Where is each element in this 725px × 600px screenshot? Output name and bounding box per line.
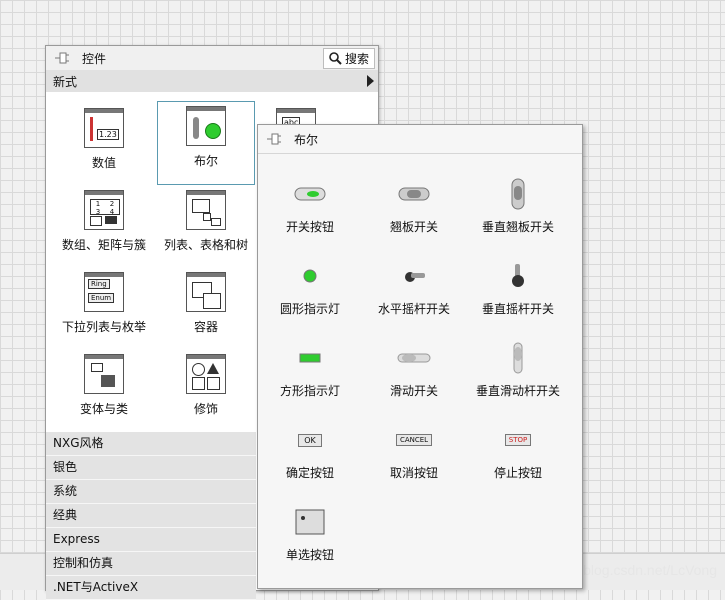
palette-item-label: 数值 — [91, 156, 116, 170]
search-button[interactable]: 搜索 — [322, 48, 375, 69]
bool-item-cancel-button[interactable]: CANCEL 取消按钮 — [362, 423, 466, 481]
palette-item-label: 布尔 — [193, 154, 218, 168]
bool-item-label: 水平摇杆开关 — [377, 302, 450, 316]
stop-button-icon: STOP — [504, 434, 532, 446]
list-table-icon — [186, 190, 226, 230]
palette-item-label: 修饰 — [193, 402, 218, 416]
pin-icon[interactable] — [266, 132, 284, 146]
horizontal-toggle-icon — [405, 272, 425, 282]
numeric-icon: 1.23 — [84, 108, 124, 148]
slide-switch-icon — [397, 353, 431, 363]
vertical-rocker-icon — [511, 178, 525, 210]
palette-item-array[interactable]: 12 34 数组、矩阵与簇 — [56, 186, 152, 268]
bool-item-square-led[interactable]: 方形指示灯 — [258, 341, 362, 399]
palette-item-decoration[interactable]: 修饰 — [158, 350, 254, 432]
category-item[interactable]: NXG风格 — [46, 432, 256, 456]
decoration-icon — [186, 354, 226, 394]
bool-item-horizontal-toggle[interactable]: 水平摇杆开关 — [362, 259, 466, 317]
bool-item-label: 垂直滑动杆开关 — [475, 384, 560, 398]
bool-item-label: 方形指示灯 — [279, 384, 340, 398]
bool-item-round-led[interactable]: 圆形指示灯 — [258, 259, 362, 317]
category-item[interactable]: 控制和仿真 — [46, 552, 256, 576]
bool-item-label: 取消按钮 — [389, 466, 438, 480]
boolean-palette-header: 布尔 — [258, 125, 582, 154]
palette-item-numeric[interactable]: 1.23 数值 — [56, 104, 152, 186]
palette-item-label: 数组、矩阵与簇 — [61, 238, 146, 252]
palette-item-boolean[interactable]: 布尔 — [157, 101, 255, 185]
radio-buttons-icon — [295, 509, 325, 535]
bool-item-rocker-switch[interactable]: 翘板开关 — [362, 177, 466, 235]
ok-button-icon: OK — [298, 433, 322, 447]
palette-title: 控件 — [82, 51, 107, 66]
category-modern-label: 新式 — [53, 74, 78, 89]
rocker-switch-icon — [398, 187, 430, 201]
palette-item-variant-class[interactable]: 变体与类 — [56, 350, 152, 432]
bool-item-push-button[interactable]: 开关按钮 — [258, 177, 362, 235]
bool-item-vertical-toggle[interactable]: 垂直摇杆开关 — [466, 259, 570, 317]
bool-item-label: 翘板开关 — [389, 220, 438, 234]
bool-item-label: 垂直摇杆开关 — [481, 302, 554, 316]
square-led-icon — [299, 353, 321, 363]
round-led-icon — [303, 269, 317, 283]
search-label: 搜索 — [344, 52, 369, 66]
vertical-slide-icon — [513, 342, 523, 374]
boolean-icon — [186, 106, 226, 146]
category-item[interactable]: 银色 — [46, 456, 256, 480]
palette-item-label: 容器 — [193, 320, 218, 334]
expand-arrow-icon[interactable] — [367, 75, 374, 87]
palette-item-list-table[interactable]: 列表、表格和树 — [158, 186, 254, 268]
category-item[interactable]: 系统 — [46, 480, 256, 504]
palette-header: 控件 搜索 — [46, 46, 378, 70]
category-modern[interactable]: 新式 — [46, 70, 378, 92]
cancel-button-icon: CANCEL — [395, 434, 433, 446]
bool-item-label: 确定按钮 — [285, 466, 334, 480]
container-icon — [186, 272, 226, 312]
category-list: NXG风格 银色 系统 经典 Express 控制和仿真 .NET与Active… — [46, 432, 256, 600]
bool-item-vertical-slide[interactable]: 垂直滑动杆开关 — [466, 341, 570, 399]
variant-class-icon — [84, 354, 124, 394]
palette-item-container[interactable]: 容器 — [158, 268, 254, 350]
bool-item-stop-button[interactable]: STOP 停止按钮 — [466, 423, 570, 481]
bool-item-label: 圆形指示灯 — [279, 302, 340, 316]
bool-item-vertical-rocker[interactable]: 垂直翘板开关 — [466, 177, 570, 235]
bool-item-label: 单选按钮 — [285, 548, 334, 562]
palette-item-ring-enum[interactable]: Ring Enum 下拉列表与枚举 — [56, 268, 152, 350]
bool-item-label: 开关按钮 — [285, 220, 334, 234]
search-icon — [329, 52, 342, 65]
category-item[interactable]: Express — [46, 528, 256, 552]
palette-item-label: 变体与类 — [79, 402, 128, 416]
boolean-palette: 布尔 开关按钮 翘板开关 垂直翘板开关 圆形指示灯 水平摇杆开关 垂直摇杆开关 … — [257, 124, 583, 589]
pin-icon[interactable] — [54, 51, 72, 65]
bool-item-label: 垂直翘板开关 — [481, 220, 554, 234]
category-item[interactable]: 经典 — [46, 504, 256, 528]
ring-enum-icon: Ring Enum — [84, 272, 124, 312]
bool-item-slide-switch[interactable]: 滑动开关 — [362, 341, 466, 399]
array-icon: 12 34 — [84, 190, 124, 230]
palette-item-label: 列表、表格和树 — [163, 238, 248, 252]
push-button-icon — [294, 187, 326, 201]
palette-item-label: 下拉列表与枚举 — [61, 320, 146, 334]
bool-item-label: 停止按钮 — [493, 466, 542, 480]
bool-item-ok-button[interactable]: OK 确定按钮 — [258, 423, 362, 481]
bool-item-radio-buttons[interactable]: 单选按钮 — [258, 505, 362, 563]
boolean-palette-title: 布尔 — [294, 132, 319, 147]
bool-item-label: 滑动开关 — [389, 384, 438, 398]
category-item[interactable]: .NET与ActiveX — [46, 576, 256, 600]
vertical-toggle-icon — [512, 264, 524, 287]
